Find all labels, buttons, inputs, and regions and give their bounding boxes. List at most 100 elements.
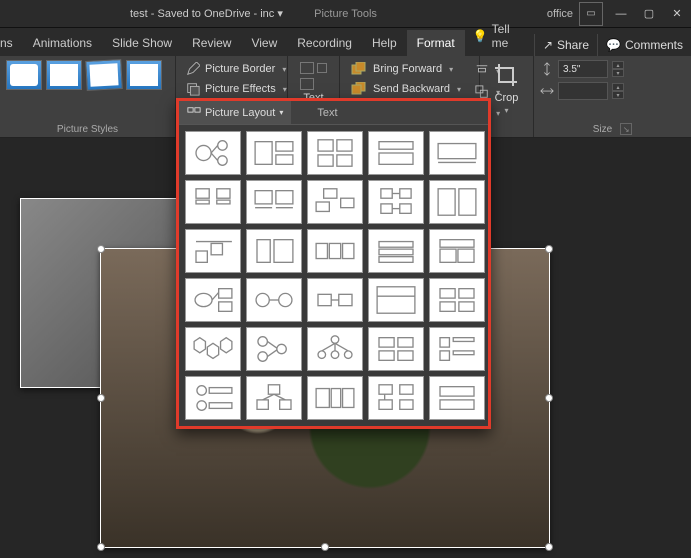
share-button[interactable]: ↗ Share [534,34,597,56]
height-icon [540,62,554,76]
layout-option-l3[interactable] [307,131,363,175]
tab-view[interactable]: View [241,30,287,56]
layout-option-l24[interactable] [368,327,424,371]
tab-slide-show[interactable]: Slide Show [102,30,182,56]
tab-help[interactable]: Help [362,30,407,56]
picture-border-label: Picture Border [205,63,275,75]
height-spin-down[interactable]: ▾ [612,69,624,77]
resize-handle-w[interactable] [97,394,105,402]
width-row: ▴▾ [540,82,624,100]
layout-option-l26[interactable] [185,376,241,420]
resize-handle-e[interactable] [545,394,553,402]
layout-option-l18[interactable] [307,278,363,322]
crop-icon [493,62,521,90]
layout-option-l20[interactable] [429,278,485,322]
effects-icon [186,82,200,96]
group-label-picture-styles: Picture Styles [6,122,169,135]
comment-icon: 💬 [606,38,621,52]
layout-option-l6[interactable] [185,180,241,224]
picture-border-button[interactable]: Picture Border [182,60,291,78]
resize-handle-se[interactable] [545,543,553,551]
ribbon-display-options-icon[interactable]: ▭ [579,2,603,26]
width-icon [540,84,554,98]
document-title: test - Saved to OneDrive - inc ▾ [0,7,283,20]
width-spin-up[interactable]: ▴ [612,83,624,91]
layout-grid [179,125,488,426]
layout-option-l7[interactable] [246,180,302,224]
layout-option-l11[interactable] [185,229,241,273]
crop-label: Crop [495,92,519,104]
style-thumb[interactable] [6,60,42,90]
layout-option-l4[interactable] [368,131,424,175]
layout-option-l13[interactable] [307,229,363,273]
layout-option-l14[interactable] [368,229,424,273]
bring-forward-button[interactable]: Bring Forward [346,60,465,78]
chevron-down-icon: ▾ [504,106,508,115]
layout-option-l10[interactable] [429,180,485,224]
tab-animations[interactable]: Animations [23,30,102,56]
picture-effects-button[interactable]: Picture Effects [182,80,291,98]
width-input[interactable] [558,82,608,100]
height-spin-up[interactable]: ▴ [612,61,624,69]
style-thumb[interactable] [85,59,123,91]
lightbulb-icon: 💡 [473,29,488,43]
picture-styles-gallery[interactable] [6,60,162,90]
style-thumb[interactable] [46,60,82,90]
send-backward-button[interactable]: Send Backward [346,80,465,98]
resize-handle-nw[interactable] [97,245,105,253]
window-controls: — ▢ ✕ [607,0,691,28]
close-button[interactable]: ✕ [663,0,691,28]
resize-handle-s[interactable] [321,543,329,551]
tab-truncated[interactable]: ns [0,30,23,56]
layout-option-l9[interactable] [368,180,424,224]
send-backward-label: Send Backward [373,83,450,95]
dropdown-header: Picture Layout ▾ Text [179,101,488,125]
layout-option-l25[interactable] [429,327,485,371]
layout-option-l22[interactable] [246,327,302,371]
width-spin-down[interactable]: ▾ [612,91,624,99]
layout-option-l19[interactable] [368,278,424,322]
picture-effects-label: Picture Effects [205,83,276,95]
title-bar: test - Saved to OneDrive - inc ▾ Picture… [0,0,691,28]
layout-option-l2[interactable] [246,131,302,175]
maximize-button[interactable]: ▢ [635,0,663,28]
layout-option-l29[interactable] [368,376,424,420]
comments-button[interactable]: 💬 Comments [597,34,691,56]
layout-icon [187,106,201,120]
layout-option-l16[interactable] [185,278,241,322]
pencil-icon [186,62,200,76]
layout-option-l15[interactable] [429,229,485,273]
alt-text-button[interactable] [300,60,327,90]
group-size: ▴▾ ▴▾ Size ↘ [534,56,691,137]
crop-button[interactable]: Crop ▾ [487,60,527,117]
resize-handle-sw[interactable] [97,543,105,551]
layout-option-l30[interactable] [429,376,485,420]
layout-option-l17[interactable] [246,278,302,322]
tab-recording[interactable]: Recording [287,30,362,56]
dialog-launcher-icon[interactable]: ↘ [620,123,632,135]
search-box[interactable]: office [547,8,573,20]
tab-format[interactable]: Format [407,30,465,56]
group-picture-styles: Picture Styles [0,56,176,137]
bring-forward-label: Bring Forward [373,63,442,75]
style-thumb[interactable] [126,60,162,90]
layout-option-l27[interactable] [246,376,302,420]
minimize-button[interactable]: — [607,0,635,28]
layout-option-l5[interactable] [429,131,485,175]
layout-option-l21[interactable] [185,327,241,371]
layout-option-l8[interactable] [307,180,363,224]
group-label-size: Size [593,122,612,135]
ribbon-tabs: ns Animations Slide Show Review View Rec… [0,28,691,56]
resize-handle-ne[interactable] [545,245,553,253]
height-input[interactable] [558,60,608,78]
layout-option-l28[interactable] [307,376,363,420]
tab-review[interactable]: Review [182,30,241,56]
picture-layout-header-button[interactable]: Picture Layout ▾ [179,101,291,124]
layout-option-l23[interactable] [307,327,363,371]
comments-label: Comments [625,38,683,52]
layout-option-l1[interactable] [185,131,241,175]
layout-option-l12[interactable] [246,229,302,273]
share-icon: ↗ [543,38,553,52]
tell-me-button[interactable]: 💡 Tell me [465,16,534,56]
bring-forward-icon [350,62,368,76]
